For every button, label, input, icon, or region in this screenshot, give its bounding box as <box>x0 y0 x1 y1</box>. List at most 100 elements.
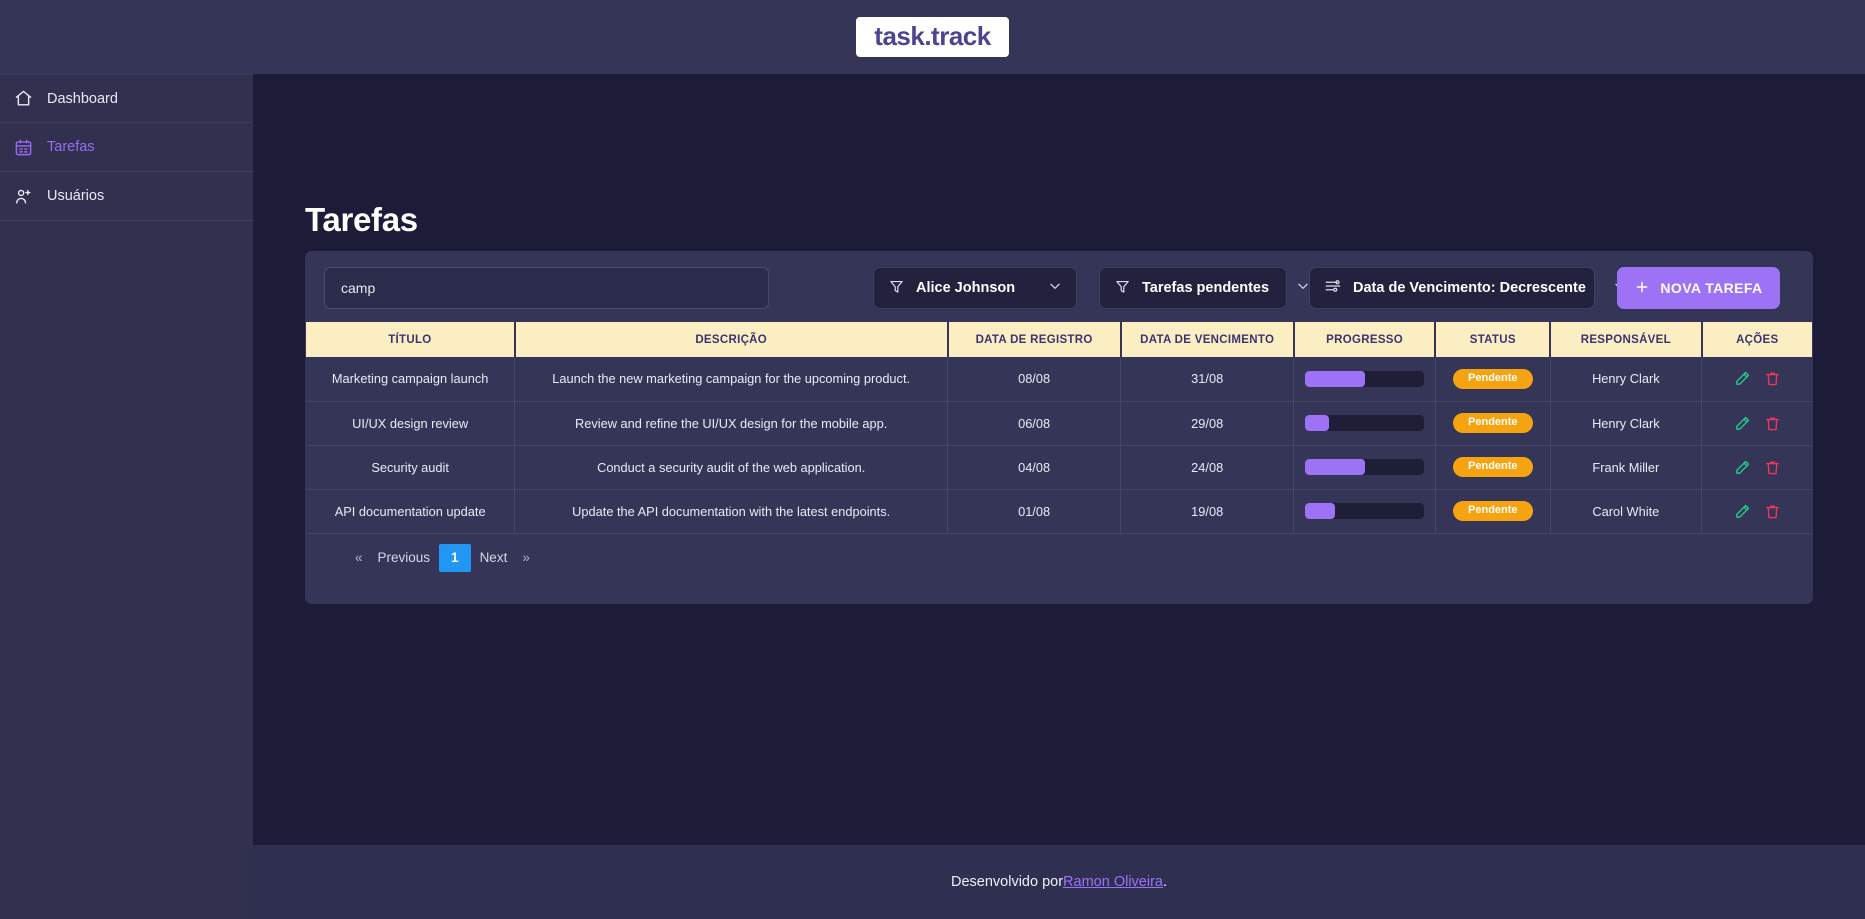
edit-task-button[interactable] <box>1734 370 1751 387</box>
pencil-icon <box>1734 416 1751 435</box>
search-input[interactable] <box>324 267 769 309</box>
table-row: Security audit Conduct a security audit o… <box>306 445 1812 490</box>
pagination-previous[interactable]: Previous <box>369 544 440 572</box>
column-header-data-vencimento[interactable]: DATA DE VENCIMENTO <box>1120 322 1295 357</box>
column-header-responsavel[interactable]: RESPONSÁVEL <box>1550 322 1703 357</box>
cell-responsavel: Henry Clark <box>1550 357 1703 402</box>
status-badge: Pendente <box>1453 457 1533 477</box>
status-badge: Pendente <box>1453 368 1533 389</box>
calendar-icon <box>14 138 33 157</box>
sidebar-item-usuarios[interactable]: Usuários <box>0 172 253 221</box>
column-header-status[interactable]: STATUS <box>1435 322 1552 357</box>
edit-task-button[interactable] <box>1734 415 1751 432</box>
progress-bar <box>1305 415 1425 431</box>
cell-progresso <box>1293 445 1436 490</box>
cell-status: Pendente <box>1435 445 1551 490</box>
pagination-prev-chevron[interactable]: « <box>349 544 369 572</box>
column-header-data-registro[interactable]: DATA DE REGISTRO <box>947 322 1122 357</box>
row-actions <box>1702 503 1812 520</box>
table-row: API documentation update Update the API d… <box>306 489 1812 534</box>
table-row: Marketing campaign launch Launch the new … <box>306 357 1812 402</box>
pencil-icon <box>1734 504 1751 523</box>
status-filter-dropdown[interactable]: Tarefas pendentes <box>1099 267 1308 309</box>
sidebar-item-label: Usuários <box>47 188 105 204</box>
cell-progresso <box>1293 489 1436 534</box>
cell-status: Pendente <box>1435 489 1551 534</box>
new-task-button-label: NOVA TAREFA <box>1660 280 1763 296</box>
column-header-progresso[interactable]: PROGRESSO <box>1293 322 1437 357</box>
delete-task-button[interactable] <box>1764 459 1781 476</box>
pagination: « Previous 1 Next » <box>349 544 536 572</box>
sidebar-item-label: Tarefas <box>47 139 95 155</box>
toolbar: Alice Johnson Tarefas pendentes <box>324 267 1794 309</box>
cell-descricao: Conduct a security audit of the web appl… <box>514 445 949 490</box>
cell-progresso <box>1293 401 1436 446</box>
cell-data-registro: 01/08 <box>947 489 1122 534</box>
cell-data-vencimento: 29/08 <box>1120 401 1295 446</box>
trash-icon <box>1764 417 1781 435</box>
plus-icon <box>1634 279 1650 298</box>
progress-bar <box>1305 503 1425 519</box>
trash-icon <box>1764 461 1781 479</box>
filter-icon <box>1114 278 1131 299</box>
assignee-filter-label: Alice Johnson <box>916 280 1016 296</box>
column-header-titulo[interactable]: TÍTULO <box>306 322 516 357</box>
trash-icon <box>1764 505 1781 523</box>
cell-acoes <box>1701 445 1812 490</box>
pagination-next-chevron[interactable]: » <box>516 544 536 572</box>
filter-icon <box>888 278 905 299</box>
cell-responsavel: Henry Clark <box>1550 401 1703 446</box>
assignee-filter-dropdown[interactable]: Alice Johnson <box>873 267 1077 309</box>
cell-responsavel: Frank Miller <box>1550 445 1703 490</box>
cell-descricao: Review and refine the UI/UX design for t… <box>514 401 949 446</box>
main-content: Tarefas Alice Johnson <box>253 74 1865 919</box>
edit-task-button[interactable] <box>1734 459 1751 476</box>
cell-data-vencimento: 19/08 <box>1120 489 1295 534</box>
cell-data-registro: 08/08 <box>947 357 1122 402</box>
cell-titulo: Marketing campaign launch <box>306 357 516 402</box>
sort-filter-label: Data de Vencimento: Decrescente <box>1353 280 1586 296</box>
cell-data-registro: 04/08 <box>947 445 1122 490</box>
sidebar-item-tarefas[interactable]: Tarefas <box>0 123 253 172</box>
progress-bar <box>1305 459 1425 475</box>
pencil-icon <box>1734 372 1751 390</box>
pagination-page-1[interactable]: 1 <box>439 544 471 572</box>
cell-titulo: UI/UX design review <box>306 401 516 446</box>
sidebar: Dashboard Tarefas Usuários <box>0 74 253 919</box>
edit-task-button[interactable] <box>1734 503 1751 520</box>
row-actions <box>1702 370 1812 387</box>
cell-acoes <box>1701 357 1812 402</box>
footer-prefix: Desenvolvido por <box>951 874 1064 890</box>
progress-bar <box>1305 370 1425 387</box>
column-header-descricao[interactable]: DESCRIÇÃO <box>514 322 949 357</box>
delete-task-button[interactable] <box>1764 370 1781 387</box>
cell-responsavel: Carol White <box>1550 489 1703 534</box>
pencil-icon <box>1734 460 1751 479</box>
sort-filter-dropdown[interactable]: Data de Vencimento: Decrescente <box>1309 267 1625 309</box>
footer-suffix: . <box>1162 874 1167 890</box>
new-task-button[interactable]: NOVA TAREFA <box>1617 267 1780 309</box>
progress-bar-fill <box>1305 370 1365 387</box>
cell-acoes <box>1701 489 1812 534</box>
progress-bar-fill <box>1305 503 1335 519</box>
home-icon <box>14 89 33 108</box>
top-bar: task.track <box>0 0 1865 74</box>
delete-task-button[interactable] <box>1764 503 1781 520</box>
tasks-card: Alice Johnson Tarefas pendentes <box>305 251 1813 604</box>
cell-data-registro: 06/08 <box>947 401 1122 446</box>
user-add-icon <box>14 187 33 206</box>
cell-data-vencimento: 31/08 <box>1120 357 1295 402</box>
row-actions <box>1702 415 1812 432</box>
sliders-icon <box>1324 277 1342 299</box>
app-logo[interactable]: task.track <box>856 17 1009 57</box>
sidebar-item-dashboard[interactable]: Dashboard <box>0 74 253 123</box>
pagination-next[interactable]: Next <box>471 544 517 572</box>
cell-acoes <box>1701 401 1812 446</box>
table-header-row: TÍTULO DESCRIÇÃO DATA DE REGISTRO DATA D… <box>306 322 1812 357</box>
delete-task-button[interactable] <box>1764 415 1781 432</box>
cell-titulo: Security audit <box>306 445 516 490</box>
tasks-table-body: Marketing campaign launch Launch the new … <box>306 357 1812 534</box>
cell-descricao: Update the API documentation with the la… <box>514 489 949 534</box>
cell-status: Pendente <box>1435 357 1551 402</box>
footer-author-link[interactable]: Ramon Oliveira <box>1063 874 1163 890</box>
